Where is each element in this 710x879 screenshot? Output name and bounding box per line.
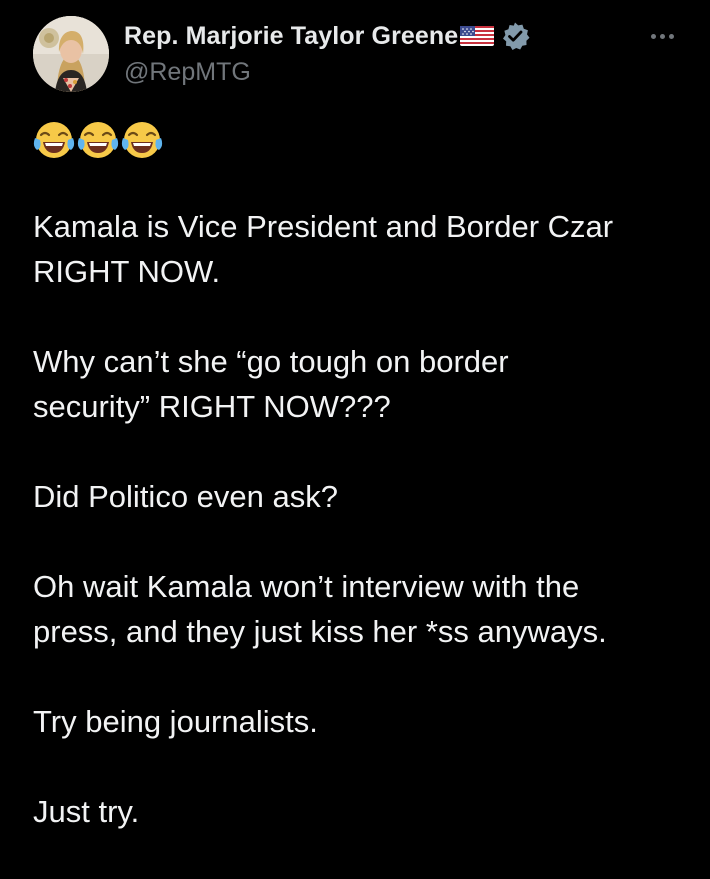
tweet-paragraph: Oh wait Kamala won’t interview with the … xyxy=(33,569,607,649)
tweet-card: Rep. Marjorie Taylor Greene @RepMTG Kama… xyxy=(0,0,710,855)
avatar[interactable] xyxy=(33,16,109,92)
tweet-paragraph: Why can’t she “go tough on border securi… xyxy=(33,344,509,424)
tweet-paragraph: Just try. xyxy=(33,794,140,829)
profile-photo-icon xyxy=(33,16,109,92)
more-dot-icon xyxy=(659,33,665,39)
verified-badge-icon[interactable] xyxy=(500,21,530,51)
tears-of-joy-emoji-icon xyxy=(121,122,163,158)
tweet-text: Kamala is Vice President and Border Czar… xyxy=(33,204,693,879)
author-handle[interactable]: @RepMTG xyxy=(124,58,251,87)
tears-of-joy-emoji-icon xyxy=(33,122,75,158)
more-dot-icon xyxy=(668,33,674,39)
tweet-paragraph: Did Politico even ask? xyxy=(33,479,338,514)
us-flag-icon xyxy=(460,24,495,48)
tweet-paragraph: Try being journalists. xyxy=(33,704,318,739)
tweet-paragraph: Kamala is Vice President and Border Czar… xyxy=(33,209,614,289)
author-name-row[interactable]: Rep. Marjorie Taylor Greene xyxy=(124,18,530,54)
author-display-name[interactable]: Rep. Marjorie Taylor Greene xyxy=(124,22,458,51)
more-options-button[interactable] xyxy=(640,24,684,48)
more-dot-icon xyxy=(650,33,656,39)
tears-of-joy-emoji-icon xyxy=(77,122,119,158)
emoji-row xyxy=(33,120,163,164)
